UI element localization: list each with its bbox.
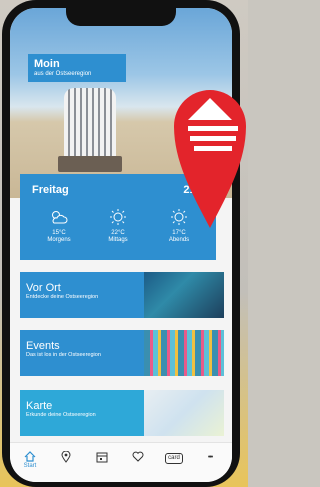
tile-events[interactable]: Events Das ist los in der Ostseeregion (20, 330, 224, 376)
greeting-title: Moin (34, 58, 60, 70)
more-icon: ••• (207, 454, 213, 461)
home-icon (24, 451, 36, 462)
partly-cloudy-icon (52, 211, 68, 224)
weather-label: Mittags (108, 237, 128, 243)
nav-calendar[interactable] (90, 451, 114, 463)
tile-karte[interactable]: Karte Erkunde deine Ostseeregion (20, 390, 224, 436)
nav-location[interactable] (54, 451, 78, 463)
tile-title: Karte (26, 400, 53, 412)
card-icon: card (165, 453, 183, 464)
location-pin-logo (174, 90, 246, 228)
heart-icon (132, 451, 144, 462)
weather-temp: 17°C (172, 230, 186, 236)
tile-subtitle: Entdecke deine Ostseeregion (26, 294, 99, 300)
phone-notch (66, 8, 176, 26)
nav-card[interactable]: card (160, 451, 188, 464)
calendar-icon (96, 452, 108, 463)
tile-subtitle: Das ist los in der Ostseeregion (26, 352, 101, 358)
beach-chair-image (58, 88, 122, 172)
nav-start[interactable]: Start (18, 451, 42, 469)
bottom-navigation: Start card ••• (10, 442, 232, 482)
nav-more[interactable]: ••• (198, 451, 222, 461)
greeting-subtitle: aus der Ostseeregion (34, 71, 92, 77)
weather-temp: 22°C (111, 230, 125, 236)
weather-label: Abends (168, 237, 190, 243)
nav-start-label: Start (23, 463, 37, 469)
tile-title: Vor Ort (26, 282, 61, 294)
events-image (144, 330, 224, 376)
weather-label: Morgens (47, 237, 71, 243)
greeting-banner: Moin aus der Ostseeregion (28, 54, 126, 82)
map-image (144, 390, 224, 436)
weather-temp: 15°C (52, 230, 66, 236)
nav-favorites[interactable] (126, 451, 150, 462)
tile-vor-ort[interactable]: Vor Ort Entdecke deine Ostseeregion (20, 272, 224, 318)
weather-slot-midday: 22°C Mittags (93, 208, 143, 244)
weather-day: Freitag (32, 184, 69, 196)
location-pin-icon (61, 451, 71, 463)
tile-subtitle: Erkunde deine Ostseeregion (26, 412, 96, 418)
vor-ort-image (144, 272, 224, 318)
weather-slot-morning: 15°C Morgens (34, 208, 84, 244)
tile-title: Events (26, 340, 60, 352)
sun-icon (110, 209, 126, 225)
